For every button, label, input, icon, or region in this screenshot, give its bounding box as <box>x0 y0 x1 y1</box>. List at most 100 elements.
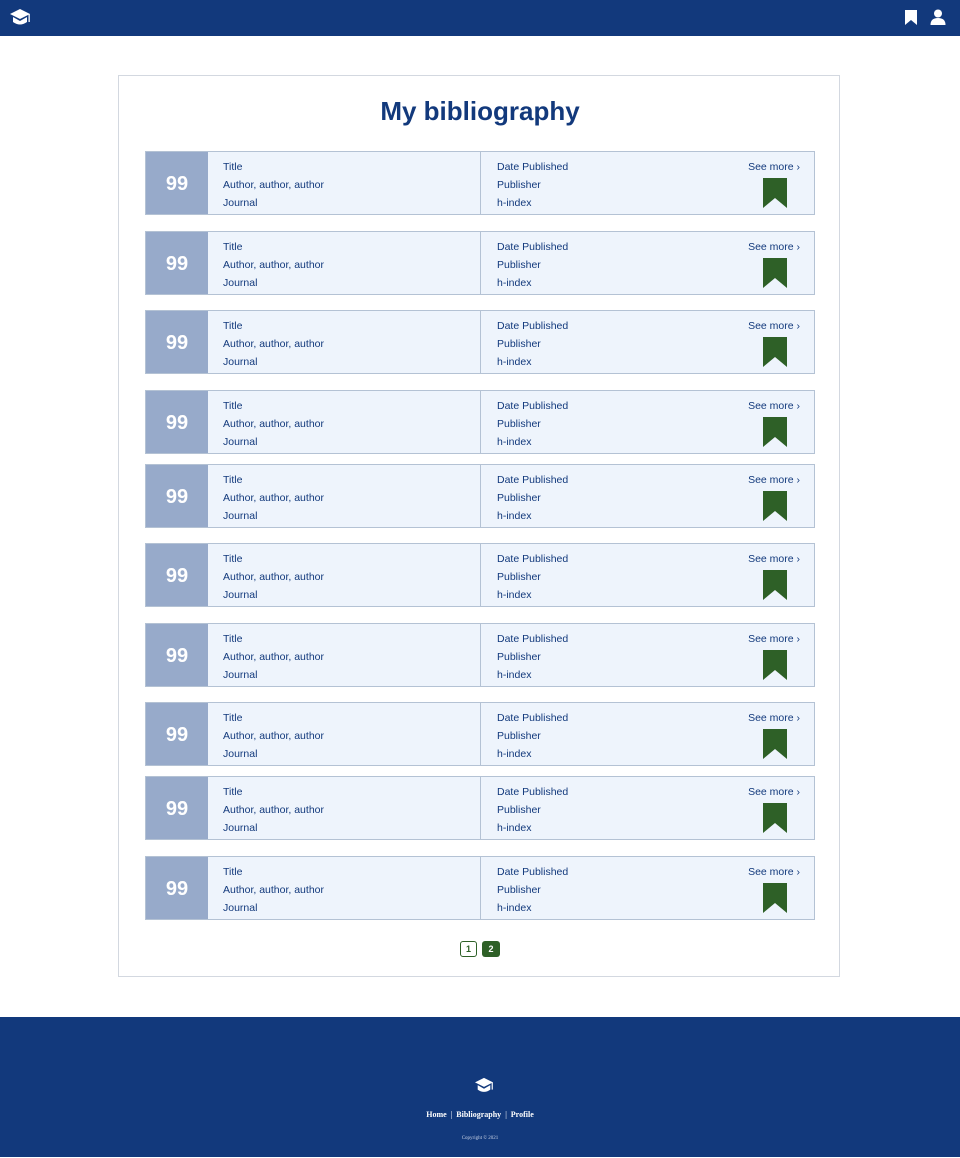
entry-h-index: h-index <box>497 277 532 289</box>
user-icon[interactable] <box>930 9 946 25</box>
bookmark-icon[interactable] <box>763 178 787 208</box>
entry-authors: Author, author, author <box>223 179 324 191</box>
entry-journal: Journal <box>223 197 258 209</box>
entry-title: Title <box>223 400 243 412</box>
footer-link-profile[interactable]: Profile <box>511 1110 534 1119</box>
column-divider <box>480 857 481 919</box>
bookmark-icon[interactable] <box>763 883 787 913</box>
citation-score: 99 <box>146 777 208 839</box>
bibliography-entry: 99 Title Author, author, author Journal Date… <box>145 231 815 295</box>
column-divider <box>480 544 481 606</box>
footer: Home | Bibliography | Profile Copyright © 20… <box>0 1017 960 1157</box>
see-more-link[interactable]: See more › <box>748 400 800 412</box>
see-more-link[interactable]: See more › <box>748 320 800 332</box>
entry-h-index: h-index <box>497 356 532 368</box>
entry-journal: Journal <box>223 510 258 522</box>
see-more-link[interactable]: See more › <box>748 633 800 645</box>
entry-date-published: Date Published <box>497 553 569 565</box>
citation-score: 99 <box>146 465 208 527</box>
bookmark-icon[interactable] <box>905 10 917 25</box>
citation-score: 99 <box>146 624 208 686</box>
entry-authors: Author, author, author <box>223 730 324 742</box>
see-more-link[interactable]: See more › <box>748 866 800 878</box>
entry-date-published: Date Published <box>497 474 569 486</box>
entry-journal: Journal <box>223 822 258 834</box>
citation-score: 99 <box>146 857 208 919</box>
bookmark-icon[interactable] <box>763 729 787 759</box>
see-more-link[interactable]: See more › <box>748 553 800 565</box>
bibliography-entry: 99 Title Author, author, author Journal Date… <box>145 543 815 607</box>
bibliography-entry: 99 Title Author, author, author Journal Date… <box>145 623 815 687</box>
entry-authors: Author, author, author <box>223 338 324 350</box>
entry-title: Title <box>223 712 243 724</box>
bibliography-entry: 99 Title Author, author, author Journal Date… <box>145 390 815 454</box>
footer-links: Home | Bibliography | Profile <box>0 1110 960 1120</box>
entry-date-published: Date Published <box>497 320 569 332</box>
entry-journal: Journal <box>223 356 258 368</box>
entry-h-index: h-index <box>497 589 532 601</box>
entry-journal: Journal <box>223 436 258 448</box>
graduation-cap-icon[interactable] <box>474 1077 494 1095</box>
entry-publisher: Publisher <box>497 418 541 430</box>
entry-title: Title <box>223 320 243 332</box>
entry-authors: Author, author, author <box>223 571 324 583</box>
entry-title: Title <box>223 241 243 253</box>
column-divider <box>480 391 481 453</box>
bookmark-icon[interactable] <box>763 650 787 680</box>
bookmark-icon[interactable] <box>763 491 787 521</box>
entry-journal: Journal <box>223 277 258 289</box>
citation-score: 99 <box>146 232 208 294</box>
entry-h-index: h-index <box>497 902 532 914</box>
bookmark-icon[interactable] <box>763 417 787 447</box>
see-more-link[interactable]: See more › <box>748 712 800 724</box>
column-divider <box>480 465 481 527</box>
entry-h-index: h-index <box>497 197 532 209</box>
column-divider <box>480 777 481 839</box>
entry-publisher: Publisher <box>497 571 541 583</box>
entry-date-published: Date Published <box>497 712 569 724</box>
footer-link-bibliography[interactable]: Bibliography <box>456 1110 501 1119</box>
bookmark-icon[interactable] <box>763 570 787 600</box>
citation-score: 99 <box>146 703 208 765</box>
entry-publisher: Publisher <box>497 259 541 271</box>
see-more-link[interactable]: See more › <box>748 241 800 253</box>
page-2-button[interactable]: 2 <box>482 941 500 957</box>
entry-h-index: h-index <box>497 669 532 681</box>
footer-separator: | <box>450 1110 453 1119</box>
entry-h-index: h-index <box>497 510 532 522</box>
column-divider <box>480 232 481 294</box>
entry-date-published: Date Published <box>497 786 569 798</box>
bookmark-icon[interactable] <box>763 803 787 833</box>
bibliography-entry: 99 Title Author, author, author Journal Date… <box>145 310 815 374</box>
footer-link-home[interactable]: Home <box>426 1110 446 1119</box>
entry-journal: Journal <box>223 669 258 681</box>
graduation-cap-icon[interactable] <box>9 8 31 28</box>
see-more-link[interactable]: See more › <box>748 474 800 486</box>
entry-h-index: h-index <box>497 436 532 448</box>
entry-publisher: Publisher <box>497 651 541 663</box>
see-more-link[interactable]: See more › <box>748 161 800 173</box>
entry-title: Title <box>223 161 243 173</box>
entry-authors: Author, author, author <box>223 884 324 896</box>
entry-publisher: Publisher <box>497 338 541 350</box>
entry-title: Title <box>223 474 243 486</box>
entry-h-index: h-index <box>497 748 532 760</box>
bookmark-icon[interactable] <box>763 258 787 288</box>
copyright-text: Copyright © 2021 <box>461 1136 499 1141</box>
entry-publisher: Publisher <box>497 179 541 191</box>
entry-date-published: Date Published <box>497 633 569 645</box>
bibliography-entry: 99 Title Author, author, author Journal Date… <box>145 151 815 215</box>
entry-authors: Author, author, author <box>223 418 324 430</box>
column-divider <box>480 152 481 214</box>
entry-publisher: Publisher <box>497 730 541 742</box>
bibliography-entry: 99 Title Author, author, author Journal Date… <box>145 776 815 840</box>
entry-publisher: Publisher <box>497 884 541 896</box>
bibliography-entry: 99 Title Author, author, author Journal Date… <box>145 856 815 920</box>
page-1-button[interactable]: 1 <box>460 941 477 957</box>
entry-authors: Author, author, author <box>223 804 324 816</box>
entry-title: Title <box>223 866 243 878</box>
see-more-link[interactable]: See more › <box>748 786 800 798</box>
entry-authors: Author, author, author <box>223 259 324 271</box>
bookmark-icon[interactable] <box>763 337 787 367</box>
column-divider <box>480 624 481 686</box>
